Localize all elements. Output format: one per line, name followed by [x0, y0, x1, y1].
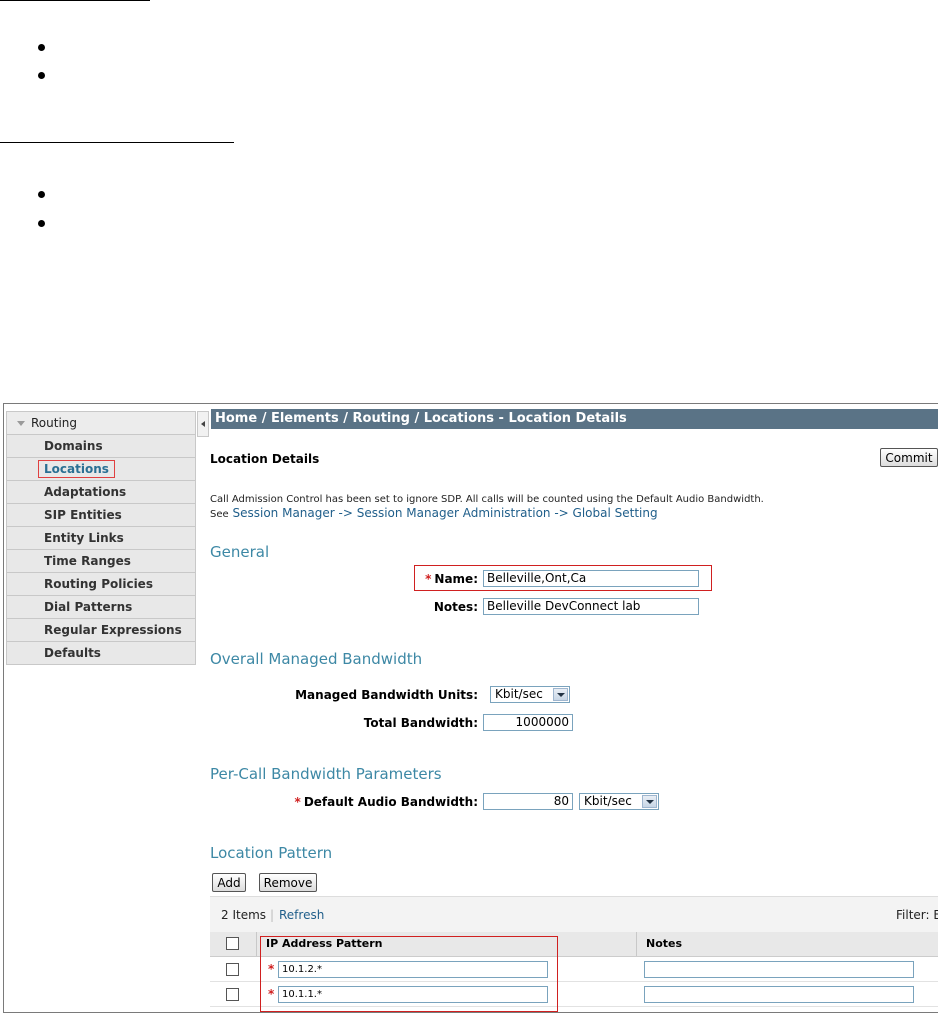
section-per-call-heading: Per-Call Bandwidth Parameters [210, 765, 442, 783]
default-audio-bandwidth-field[interactable]: 80 [483, 793, 573, 810]
sidebar-item-label: Entity Links [44, 531, 124, 545]
section-bandwidth-heading: Overall Managed Bandwidth [210, 650, 423, 668]
breadcrumb: Home / Elements / Routing / Locations - … [211, 409, 938, 429]
column-separator [256, 932, 257, 956]
total-bandwidth-field[interactable]: 1000000 [483, 714, 573, 731]
sidebar-item-label: SIP Entities [44, 508, 122, 522]
sidebar-item-dial-patterns[interactable]: Dial Patterns [6, 596, 196, 619]
dropdown-arrow-icon [553, 688, 568, 701]
page-title: Location Details [210, 452, 320, 466]
section-general-heading: General [210, 543, 270, 561]
sidebar-item-adaptations[interactable]: Adaptations [6, 481, 196, 504]
collapse-triangle-icon [17, 420, 25, 426]
required-marker: * [294, 795, 301, 809]
select-all-checkbox[interactable] [226, 937, 239, 950]
bullet-point [38, 191, 45, 198]
bullet-point [38, 44, 45, 51]
see-prefix: See [210, 509, 229, 520]
required-marker: * [425, 572, 432, 586]
sidebar-item-entity-links[interactable]: Entity Links [6, 527, 196, 550]
sidebar-item-label: Regular Expressions [44, 623, 182, 637]
sidebar-item-regular-expressions[interactable]: Regular Expressions [6, 619, 196, 642]
column-header-notes[interactable]: Notes [646, 932, 682, 956]
remove-button[interactable]: Remove [259, 873, 317, 892]
refresh-link[interactable]: Refresh [279, 908, 324, 922]
add-button[interactable]: Add [212, 873, 246, 892]
sidebar-item-time-ranges[interactable]: Time Ranges [6, 550, 196, 573]
row-checkbox[interactable] [226, 963, 239, 976]
sidebar-header-label: Routing [31, 416, 78, 430]
dropdown-arrow-icon [642, 795, 657, 808]
row-checkbox[interactable] [226, 988, 239, 1001]
units-select-value: Kbit/sec [495, 687, 543, 701]
toolbar-separator: | [270, 908, 275, 922]
notes-field[interactable] [644, 986, 914, 1003]
sidebar-item-label: Dial Patterns [44, 600, 133, 614]
sidebar-item-label: Domains [44, 439, 103, 453]
name-label-text: Name: [434, 572, 478, 586]
notes-field[interactable] [644, 961, 914, 978]
sidebar-item-domains[interactable]: Domains [6, 435, 196, 458]
filter-label[interactable]: Filter: E [896, 908, 938, 922]
sidebar-nav: Routing Domains Locations Adaptations SI… [6, 411, 196, 665]
sidebar-item-label: Adaptations [44, 485, 127, 499]
sidebar-item-locations[interactable]: Locations [6, 458, 196, 481]
global-setting-link-line: See Session Manager -> Session Manager A… [210, 506, 658, 520]
screenshot-frame: Routing Domains Locations Adaptations SI… [3, 403, 938, 1013]
sidebar-item-defaults[interactable]: Defaults [6, 642, 196, 665]
sidebar-item-label: Time Ranges [44, 554, 131, 568]
highlight-ip-pattern [260, 936, 558, 1012]
commit-button[interactable]: Commit [880, 448, 938, 467]
default-audio-label-text: Default Audio Bandwidth: [303, 795, 478, 809]
bullet-point [38, 72, 45, 79]
total-bandwidth-label: Total Bandwidth: [363, 716, 478, 730]
sidebar-item-label: Locations [38, 460, 115, 478]
global-setting-link[interactable]: Session Manager -> Session Manager Admin… [232, 506, 657, 520]
notes-field[interactable]: Belleville DevConnect lab [483, 598, 699, 615]
notes-label: Notes: [433, 600, 478, 614]
units-label: Managed Bandwidth Units: [295, 688, 478, 702]
bullet-point [38, 220, 45, 227]
sidebar-collapse-button[interactable] [197, 411, 209, 437]
name-field[interactable]: Belleville,Ont,Ca [483, 570, 699, 587]
table-toolbar: 2 Items | Refresh Filter: E [210, 896, 938, 934]
cac-note: Call Admission Control has been set to i… [210, 494, 764, 505]
location-details-panel: Location Details Commit Call Admission C… [210, 430, 938, 1012]
sidebar-item-routing-policies[interactable]: Routing Policies [6, 573, 196, 596]
column-separator [636, 932, 637, 956]
name-label: * Name: [420, 572, 478, 586]
sidebar-header-routing[interactable]: Routing [6, 411, 196, 435]
sidebar-item-label: Defaults [44, 646, 101, 660]
sidebar-item-label: Routing Policies [44, 577, 153, 591]
default-audio-unit-select[interactable]: Kbit/sec [579, 793, 659, 810]
units-select[interactable]: Kbit/sec [490, 686, 570, 703]
item-count: 2 Items [221, 908, 267, 922]
heading-underline-1 [0, 0, 150, 1]
sidebar-item-sip-entities[interactable]: SIP Entities [6, 504, 196, 527]
chevron-left-icon [201, 421, 205, 427]
heading-underline-2 [0, 142, 234, 143]
default-unit-value: Kbit/sec [584, 794, 632, 808]
section-location-pattern-heading: Location Pattern [210, 844, 333, 862]
default-audio-bandwidth-label: * Default Audio Bandwidth: [250, 795, 478, 809]
